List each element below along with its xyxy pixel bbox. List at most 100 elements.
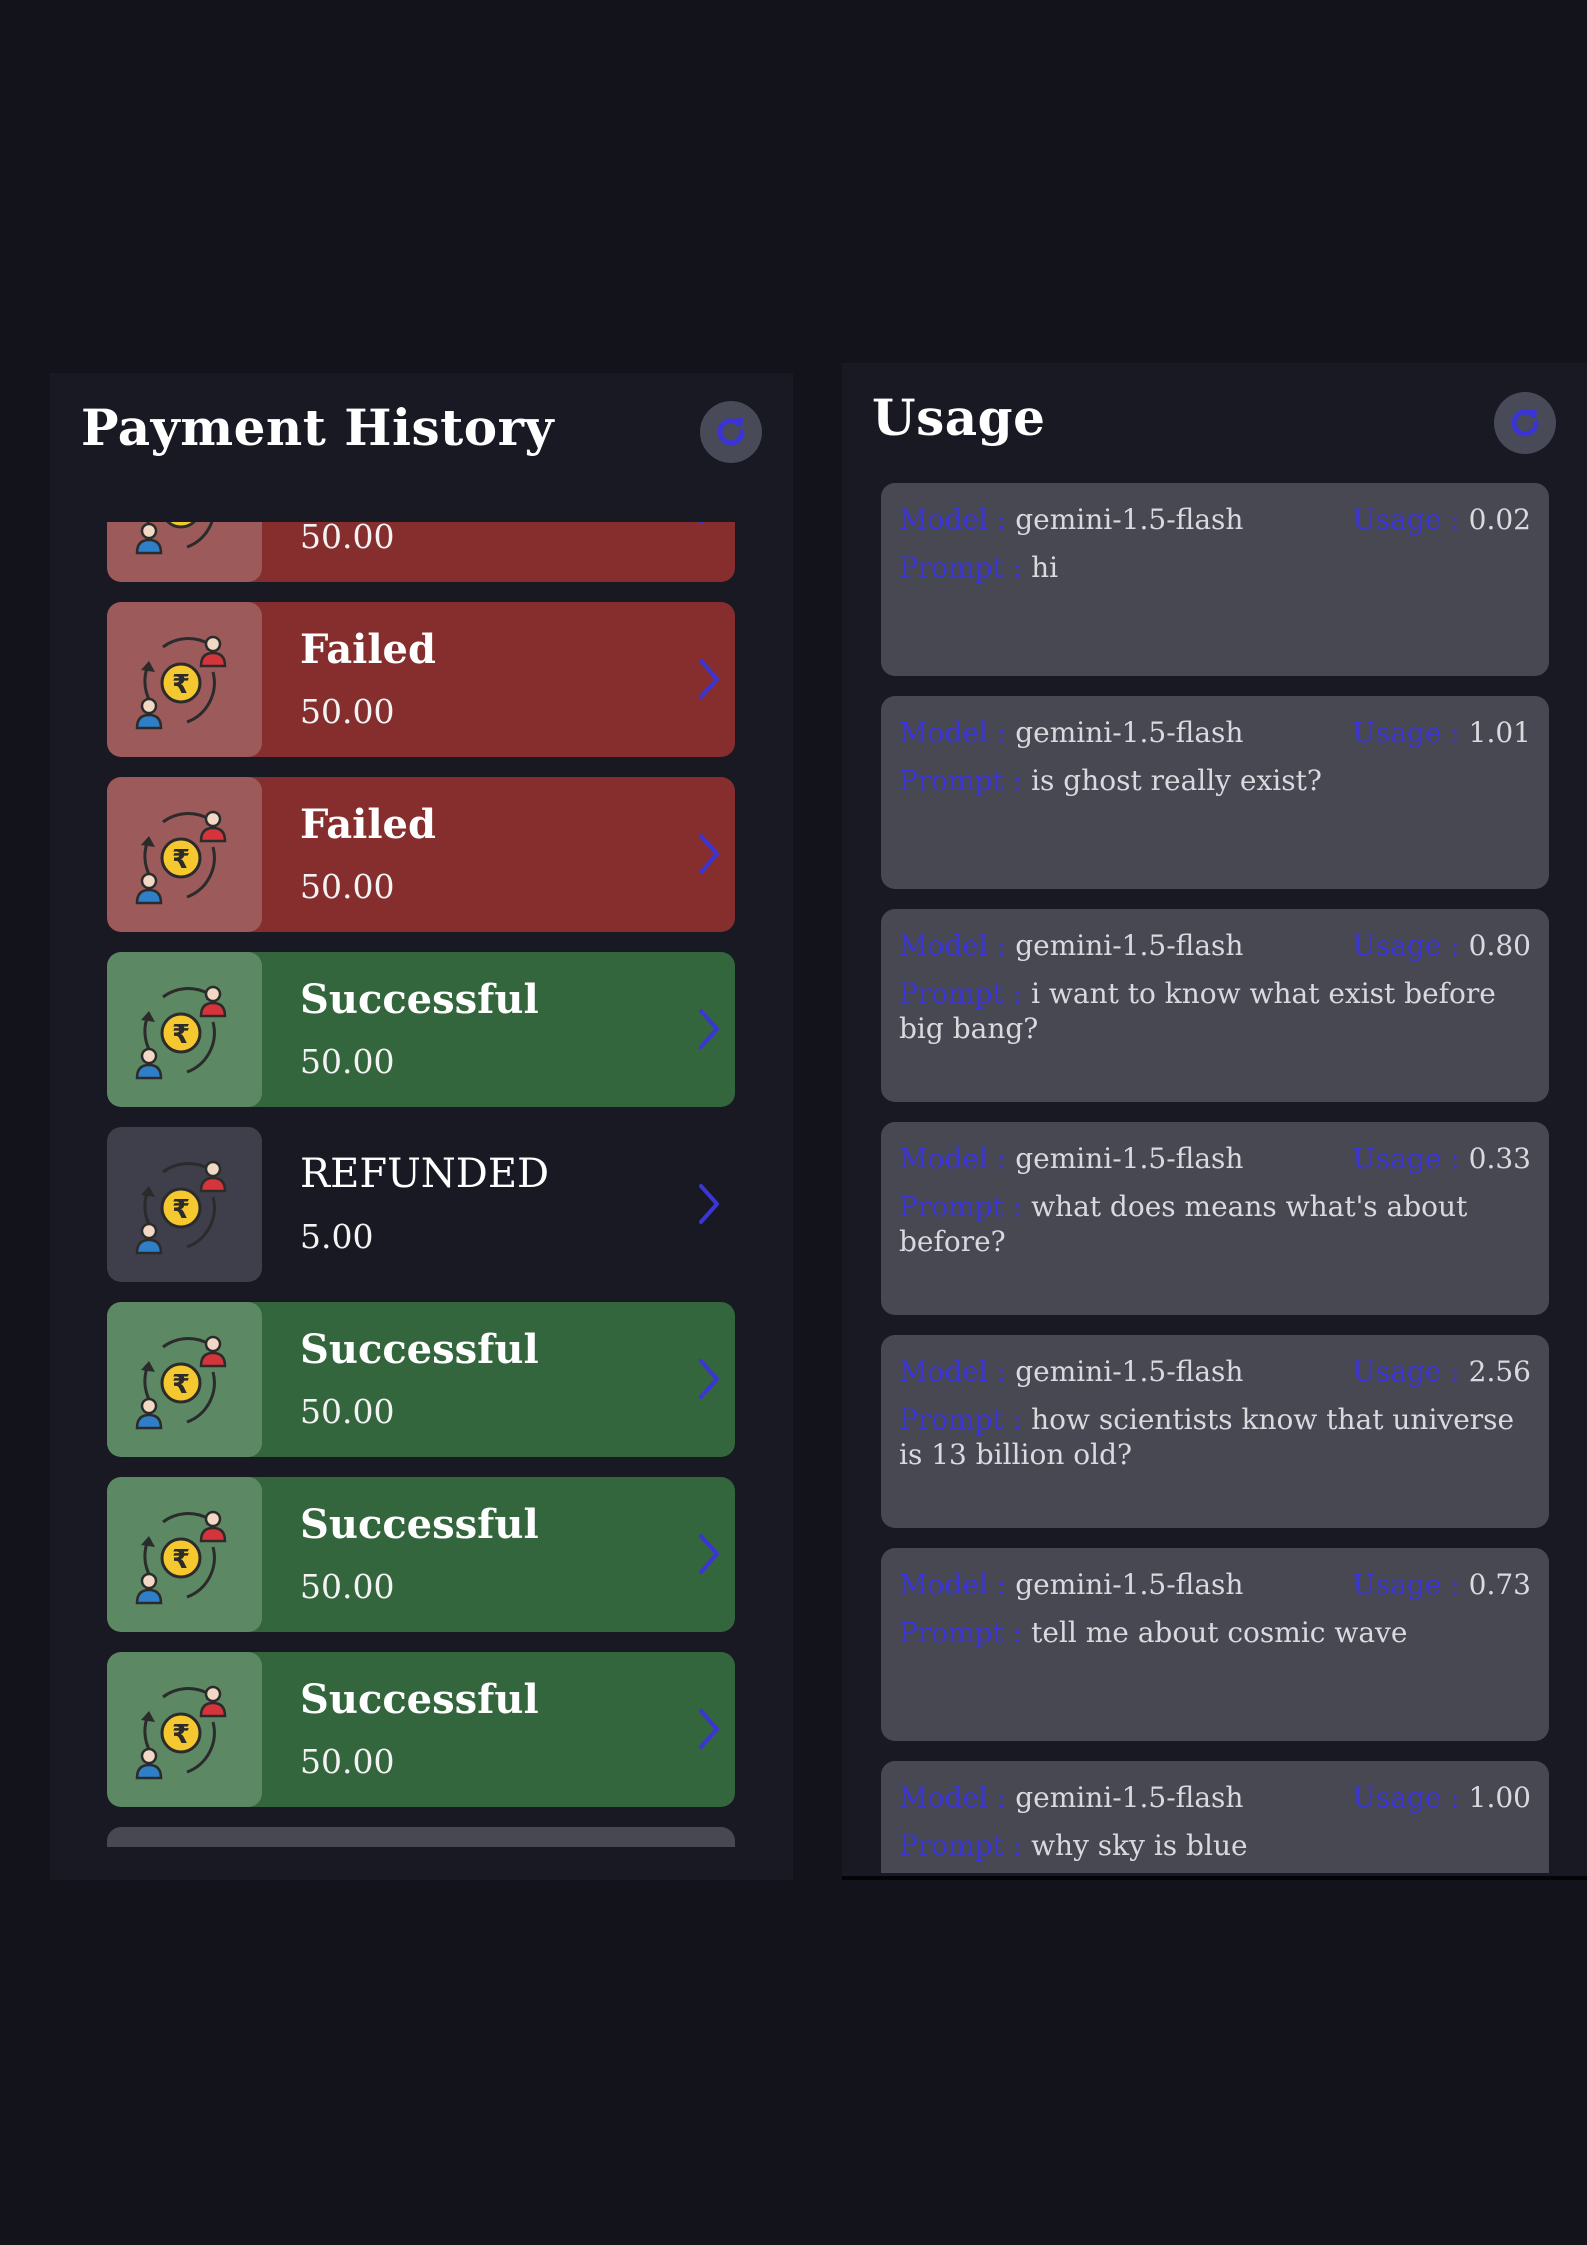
usage-value: 0.02 — [1468, 503, 1531, 536]
usage-card[interactable]: Model : gemini-1.5-flash Usage : 1.00 Pr… — [881, 1761, 1549, 1873]
usage-label: Usage : — [1352, 1568, 1460, 1601]
refresh-icon — [1511, 409, 1539, 437]
payment-status: REFUNDED — [300, 1151, 550, 1197]
payment-card[interactable]: ₹ REFUNDED 5.00 — [107, 1127, 735, 1282]
payment-card[interactable]: ₹ Failed 50.00 — [107, 602, 735, 757]
payment-icon-box: ₹ — [107, 1127, 262, 1282]
payment-status: Failed — [300, 801, 436, 848]
payment-card[interactable]: ₹ Failed 50.00 — [107, 777, 735, 932]
chevron-right-icon — [699, 1184, 719, 1224]
usage-card[interactable]: Model : gemini-1.5-flash Usage : 0.02 Pr… — [881, 483, 1549, 676]
prompt-field: Prompt : how scientists know that univer… — [899, 1402, 1531, 1472]
payment-card[interactable]: ₹ 50.00 — [107, 522, 735, 582]
usage-card[interactable]: Model : gemini-1.5-flash Usage : 0.80 Pr… — [881, 909, 1549, 1102]
payment-transfer-icon: ₹ — [135, 1335, 226, 1429]
payment-transfer-icon: ₹ — [135, 1685, 226, 1779]
prompt-field: Prompt : hi — [899, 550, 1531, 585]
model-field: Model : gemini-1.5-flash — [899, 1355, 1243, 1388]
chevron-right-icon — [699, 1359, 719, 1399]
model-value: gemini-1.5-flash — [1015, 1568, 1244, 1601]
usage-card[interactable]: Model : gemini-1.5-flash Usage : 0.33 Pr… — [881, 1122, 1549, 1315]
model-value: gemini-1.5-flash — [1015, 503, 1244, 536]
usage-field: Usage : 0.02 — [1352, 503, 1531, 536]
payment-refresh-button[interactable] — [700, 401, 762, 463]
payment-transfer-icon: ₹ — [135, 985, 226, 1079]
usage-list[interactable]: Model : gemini-1.5-flash Usage : 0.02 Pr… — [881, 483, 1549, 1873]
usage-label: Usage : — [1352, 503, 1460, 536]
usage-title: Usage — [872, 388, 1046, 447]
svg-text:₹: ₹ — [171, 845, 189, 875]
prompt-field: Prompt : is ghost really exist? — [899, 763, 1531, 798]
payment-card[interactable]: ₹ Successful 50.00 — [107, 1652, 735, 1807]
payment-transfer-icon: ₹ — [135, 522, 213, 554]
prompt-label: Prompt : — [899, 1403, 1023, 1436]
payment-card[interactable]: ₹ Successful 50.00 — [107, 1302, 735, 1457]
usage-value: 0.80 — [1468, 929, 1531, 962]
svg-text:₹: ₹ — [171, 1370, 189, 1400]
model-value: gemini-1.5-flash — [1015, 929, 1244, 962]
model-value: gemini-1.5-flash — [1015, 1355, 1244, 1388]
payment-list[interactable]: ₹ 50.00 ₹ Failed 50.00 ₹ Failed 50.00 — [107, 522, 735, 1847]
prompt-field: Prompt : i want to know what exist befor… — [899, 976, 1531, 1046]
model-label: Model : — [899, 503, 1007, 536]
payment-icon-box: ₹ — [107, 1302, 262, 1457]
usage-refresh-button[interactable] — [1494, 392, 1556, 454]
payment-amount: 50.00 — [300, 867, 395, 906]
payment-card[interactable] — [107, 1827, 735, 1847]
payment-amount: 50.00 — [300, 1742, 395, 1781]
chevron-right-icon — [699, 1709, 719, 1749]
prompt-label: Prompt : — [899, 1829, 1023, 1862]
model-field: Model : gemini-1.5-flash — [899, 1142, 1243, 1175]
payment-amount: 50.00 — [300, 692, 395, 731]
usage-card[interactable]: Model : gemini-1.5-flash Usage : 0.73 Pr… — [881, 1548, 1549, 1741]
prompt-field: Prompt : why sky is blue — [899, 1828, 1531, 1863]
model-label: Model : — [899, 929, 1007, 962]
usage-card[interactable]: Model : gemini-1.5-flash Usage : 2.56 Pr… — [881, 1335, 1549, 1528]
payment-icon-box: ₹ — [107, 1652, 262, 1807]
model-value: gemini-1.5-flash — [1015, 1142, 1244, 1175]
svg-text:₹: ₹ — [171, 1720, 189, 1750]
prompt-label: Prompt : — [899, 764, 1023, 797]
usage-field: Usage : 1.01 — [1352, 716, 1531, 749]
usage-field: Usage : 2.56 — [1352, 1355, 1531, 1388]
usage-field: Usage : 0.80 — [1352, 929, 1531, 962]
prompt-label: Prompt : — [899, 1616, 1023, 1649]
usage-value: 1.00 — [1468, 1781, 1531, 1814]
svg-text:₹: ₹ — [171, 522, 189, 525]
prompt-label: Prompt : — [899, 977, 1023, 1010]
svg-text:₹: ₹ — [171, 1020, 189, 1050]
svg-text:₹: ₹ — [171, 1195, 189, 1225]
payment-status: Successful — [300, 1501, 539, 1548]
payment-history-panel: Payment History ₹ 50.00 ₹ Failed 50.00 — [50, 373, 793, 1880]
model-label: Model : — [899, 1355, 1007, 1388]
payment-transfer-icon: ₹ — [135, 810, 226, 904]
payment-icon-box: ₹ — [107, 522, 262, 582]
payment-status: Successful — [300, 1326, 539, 1373]
usage-label: Usage : — [1352, 1142, 1460, 1175]
payment-amount: 50.00 — [300, 1392, 395, 1431]
payment-card[interactable]: ₹ Successful 50.00 — [107, 1477, 735, 1632]
model-field: Model : gemini-1.5-flash — [899, 929, 1243, 962]
chevron-right-icon — [699, 522, 704, 524]
usage-label: Usage : — [1352, 929, 1460, 962]
model-value: gemini-1.5-flash — [1015, 1781, 1244, 1814]
payment-transfer-icon: ₹ — [135, 1160, 226, 1254]
model-field: Model : gemini-1.5-flash — [899, 1568, 1243, 1601]
prompt-label: Prompt : — [899, 551, 1023, 584]
usage-label: Usage : — [1352, 1781, 1460, 1814]
payment-status: Failed — [300, 626, 436, 673]
model-value: gemini-1.5-flash — [1015, 716, 1244, 749]
usage-value: 2.56 — [1468, 1355, 1531, 1388]
model-label: Model : — [899, 1781, 1007, 1814]
usage-label: Usage : — [1352, 1355, 1460, 1388]
usage-field: Usage : 0.33 — [1352, 1142, 1531, 1175]
model-field: Model : gemini-1.5-flash — [899, 1781, 1243, 1814]
usage-value: 1.01 — [1468, 716, 1531, 749]
svg-text:₹: ₹ — [171, 670, 189, 700]
prompt-field: Prompt : what does means what's about be… — [899, 1189, 1531, 1259]
prompt-value: tell me about cosmic wave — [1031, 1616, 1408, 1649]
usage-card[interactable]: Model : gemini-1.5-flash Usage : 1.01 Pr… — [881, 696, 1549, 889]
payment-icon-box: ₹ — [107, 602, 262, 757]
payment-card[interactable]: ₹ Successful 50.00 — [107, 952, 735, 1107]
payment-icon-box: ₹ — [107, 952, 262, 1107]
